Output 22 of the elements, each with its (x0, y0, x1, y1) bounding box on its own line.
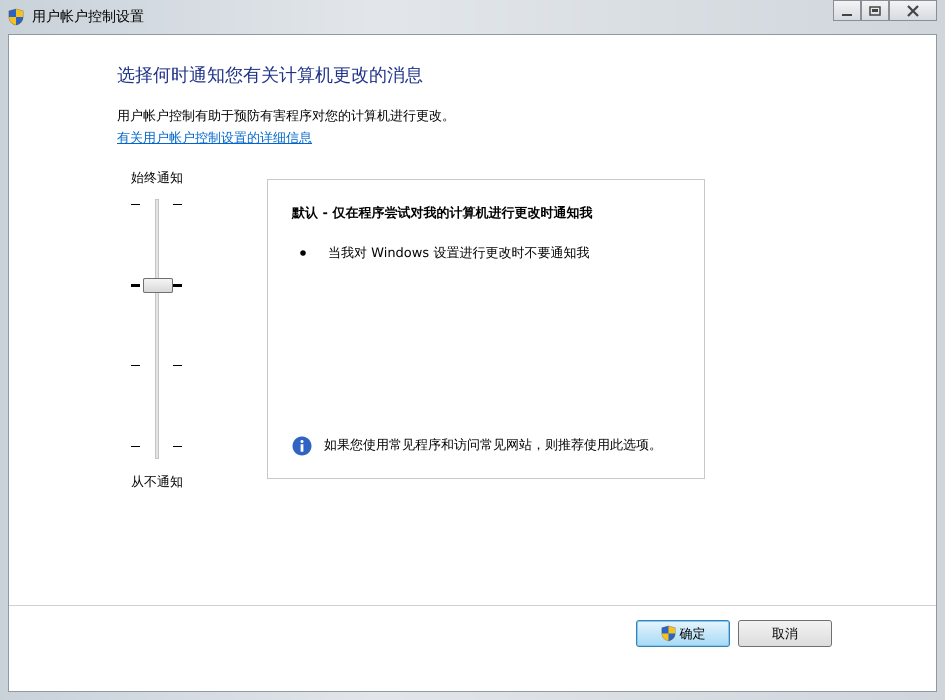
slider-thumb[interactable] (143, 278, 173, 293)
window-title: 用户帐户控制设置 (32, 8, 144, 26)
cancel-button[interactable]: 取消 (738, 620, 832, 647)
panel-title: 默认 - 仅在程序尝试对我的计算机进行更改时通知我 (292, 204, 594, 222)
description-text: 用户帐户控制有助于预防有害程序对您的计算机进行更改。 (117, 108, 456, 125)
ok-button[interactable]: 确定 (636, 620, 730, 647)
bullet-text: 当我对 Windows 设置进行更改时不要通知我 (328, 245, 590, 262)
shield-icon (660, 625, 676, 642)
close-button[interactable] (889, 0, 937, 21)
slider-top-label: 始终通知 (131, 170, 183, 187)
minimize-button[interactable] (833, 0, 861, 21)
info-icon (292, 436, 312, 456)
bullet-icon (300, 250, 306, 256)
recommendation-note: 如果您使用常见程序和访问常见网站，则推荐使用此选项。 (324, 437, 662, 455)
close-icon (906, 4, 920, 16)
shield-icon (8, 8, 24, 26)
page-heading: 选择何时通知您有关计算机更改的消息 (117, 64, 424, 87)
maximize-button[interactable] (861, 0, 889, 21)
maximize-icon (869, 6, 881, 16)
slider-bottom-label: 从不通知 (131, 474, 183, 491)
minimize-icon (842, 14, 852, 16)
details-link[interactable]: 有关用户帐户控制设置的详细信息 (117, 129, 312, 147)
